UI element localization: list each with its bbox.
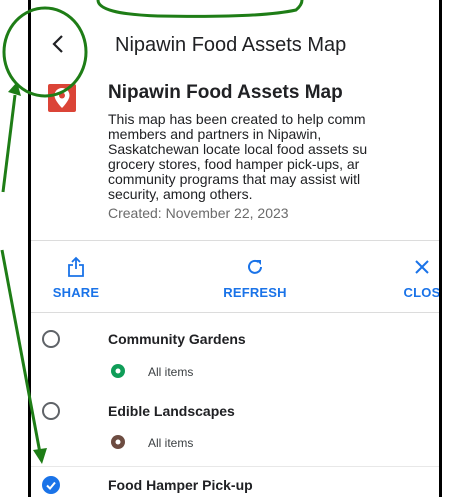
header: Nipawin Food Assets Map [31, 18, 439, 70]
refresh-label: REFRESH [223, 285, 287, 300]
layer-checkbox-checked[interactable] [42, 476, 60, 494]
back-button[interactable] [45, 30, 73, 58]
map-description: This map has been created to help comm m… [108, 112, 368, 202]
layer-name: Edible Landscapes [108, 403, 235, 419]
sub-layer-label: All items [148, 365, 194, 379]
leaf-icon [111, 435, 125, 449]
close-label: CLOS [403, 285, 441, 300]
page-title: Nipawin Food Assets Map [115, 34, 347, 56]
created-date: Created: November 22, 2023 [108, 205, 289, 221]
divider [31, 240, 439, 241]
sub-layer-label: All items [148, 436, 194, 450]
action-bar: SHARE REFRESH CLOS [31, 256, 439, 306]
annotation-arrow [1, 94, 17, 193]
close-button[interactable]: CLOS [397, 256, 441, 302]
map-pin-icon [48, 84, 76, 112]
arrowhead-icon [8, 82, 21, 96]
refresh-icon [248, 259, 262, 274]
close-icon [415, 260, 429, 274]
leaf-icon [111, 364, 125, 378]
refresh-button[interactable]: REFRESH [210, 256, 300, 302]
layer-name: Community Gardens [108, 331, 246, 347]
layer-checkbox[interactable] [42, 402, 60, 420]
chevron-left-icon [52, 35, 63, 53]
layer-name: Food Hamper Pick-up [108, 477, 253, 493]
app-frame: Nipawin Food Assets Map Nipawin Food Ass… [28, 0, 442, 497]
share-button[interactable]: SHARE [44, 256, 108, 302]
layer-checkbox[interactable] [42, 330, 60, 348]
share-label: SHARE [52, 285, 100, 300]
divider [31, 312, 439, 313]
check-icon [46, 481, 56, 490]
map-title: Nipawin Food Assets Map [108, 82, 343, 103]
divider [31, 466, 439, 467]
share-icon [68, 256, 84, 277]
